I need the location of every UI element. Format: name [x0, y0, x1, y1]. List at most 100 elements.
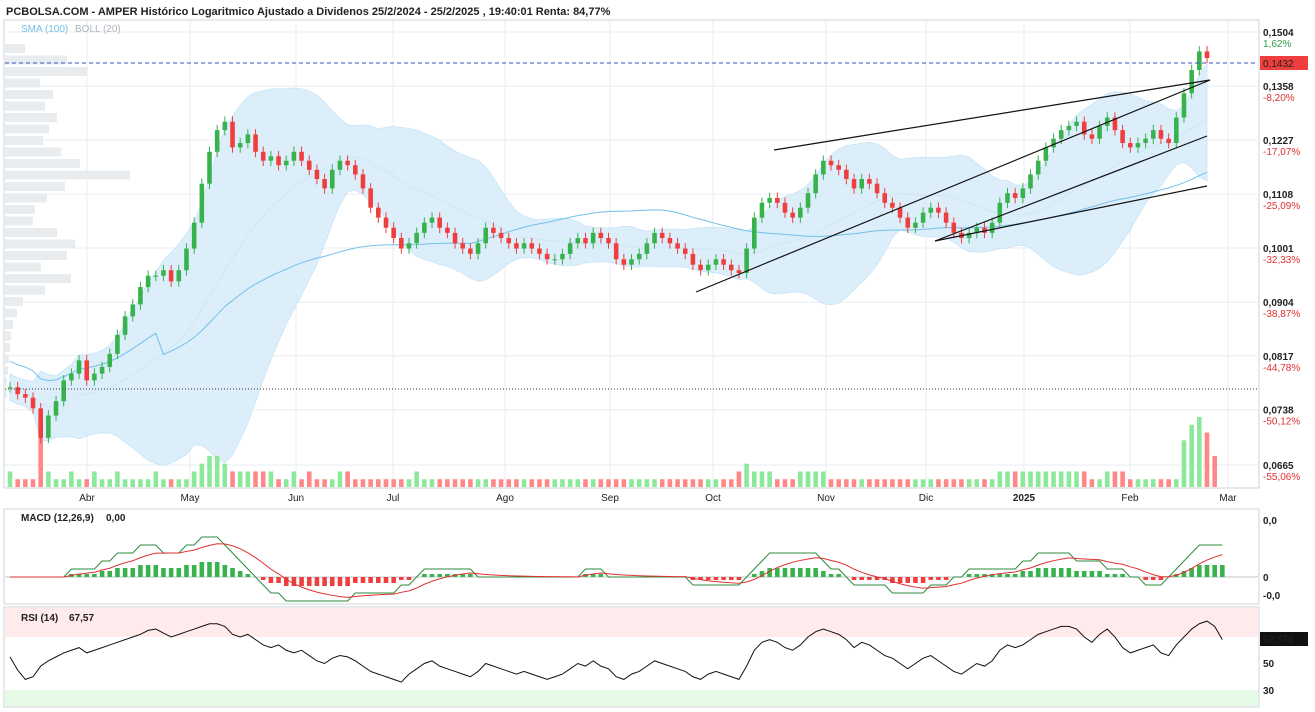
candle-body: [92, 373, 97, 381]
macd-histogram-bar: [897, 577, 903, 583]
candle-body: [161, 270, 166, 276]
candle-body: [283, 160, 289, 166]
month-label: Jun: [288, 493, 304, 504]
volume-bar: [867, 479, 872, 487]
volume-bar: [897, 479, 903, 487]
macd-histogram-bar: [245, 574, 251, 577]
candle-body: [414, 232, 419, 244]
macd-histogram-bar: [813, 568, 818, 577]
volume-bar: [376, 479, 381, 487]
candle-body: [383, 217, 389, 228]
volume-bar: [606, 479, 611, 487]
price-axis: 0,15041,62% 0,1358-8,20% 0,1227-17,07% 0,11…: [1263, 28, 1300, 483]
candle-body: [782, 202, 788, 213]
volume-profile-bar: [5, 366, 8, 375]
candle-body: [798, 207, 803, 218]
volume-profile-bar: [5, 193, 47, 203]
volume-bar: [913, 479, 918, 487]
volume-bar: [230, 471, 235, 487]
volume-bar: [46, 471, 51, 487]
macd-histogram-bar: [1043, 568, 1049, 577]
volume-bar: [222, 463, 228, 487]
volume-bar: [391, 479, 396, 487]
month-label: Feb: [1121, 493, 1139, 504]
candle-body: [245, 134, 251, 144]
macd-histogram-bar: [913, 577, 918, 583]
candle-body: [69, 373, 74, 381]
volume-bar: [675, 479, 680, 487]
candle-body: [452, 232, 458, 244]
price-tick-label: 0,0665: [1263, 461, 1294, 472]
volume-bar: [299, 479, 304, 487]
volume-profile-bar: [5, 90, 53, 99]
volume-bar: [452, 479, 458, 487]
macd-histogram-bar: [705, 577, 711, 580]
volume-bar: [598, 479, 604, 487]
candle-body: [337, 160, 343, 170]
macd-histogram-bar: [153, 565, 159, 577]
candle-body: [61, 380, 66, 402]
volume-bar: [752, 471, 757, 487]
volume-bar: [214, 455, 220, 487]
price-tick-pct: -32,33%: [1263, 255, 1300, 266]
macd-histogram-bar: [1012, 574, 1018, 577]
volume-bar: [905, 479, 911, 487]
candle-body: [475, 243, 481, 254]
volume-bar: [821, 471, 826, 487]
macd-histogram-bar: [468, 574, 473, 577]
rsi-overbought-zone: [5, 608, 1258, 637]
volume-bar: [629, 479, 634, 487]
candle-body: [1151, 130, 1156, 139]
candle-body: [406, 243, 412, 249]
volume-bar: [636, 479, 642, 487]
macd-histogram-bar: [376, 577, 381, 583]
volume-bar: [1174, 479, 1179, 487]
macd-axis-zero: 0: [1263, 573, 1269, 584]
candle-body: [828, 160, 834, 166]
candle-body: [199, 183, 205, 223]
candle-body: [813, 174, 818, 194]
macd-histogram-bar: [1158, 577, 1164, 580]
volume-bar: [982, 479, 987, 487]
price-tick-pct: -55,06%: [1263, 472, 1300, 483]
candle-body: [322, 179, 327, 189]
volume-bar: [468, 479, 473, 487]
candle-body: [483, 227, 489, 244]
volume-bar: [713, 479, 719, 487]
candle-body: [859, 179, 864, 189]
candle-body: [997, 202, 1003, 223]
volume-bar: [184, 479, 189, 487]
candle-body: [53, 401, 59, 416]
candle-body: [376, 207, 381, 218]
volume-bar: [475, 479, 481, 487]
macd-histogram-bar: [368, 577, 373, 583]
macd-histogram-bar: [437, 574, 442, 577]
volume-bar: [138, 479, 143, 487]
candle-body: [345, 160, 350, 166]
price-tick-pct: 1,62%: [1263, 39, 1291, 50]
candle-body: [713, 259, 719, 265]
volume-bar: [199, 463, 205, 487]
legend-boll: BOLL (20): [75, 24, 121, 35]
volume-bar: [422, 479, 427, 487]
candle-body: [107, 353, 113, 367]
macd-histogram-bar: [353, 577, 358, 583]
macd-histogram-bar: [782, 568, 788, 577]
macd-histogram-bar: [115, 568, 120, 577]
macd-histogram-bar: [306, 577, 312, 586]
volume-profile-bar: [5, 216, 33, 226]
macd-value: 0,00: [106, 513, 126, 524]
macd-label: MACD (12,26,9): [21, 513, 94, 524]
volume-bar: [245, 471, 251, 487]
volume-bar: [613, 479, 619, 487]
macd-histogram-bar: [222, 565, 228, 577]
volume-bar: [383, 479, 389, 487]
volume-bar: [1058, 471, 1064, 487]
candle-body: [1043, 147, 1049, 161]
macd-histogram-bar: [406, 577, 412, 580]
macd-histogram-bar: [974, 574, 980, 577]
volume-bar: [552, 479, 558, 487]
volume-bar: [237, 471, 243, 487]
candle-body: [560, 253, 565, 260]
candle-body: [705, 264, 711, 271]
